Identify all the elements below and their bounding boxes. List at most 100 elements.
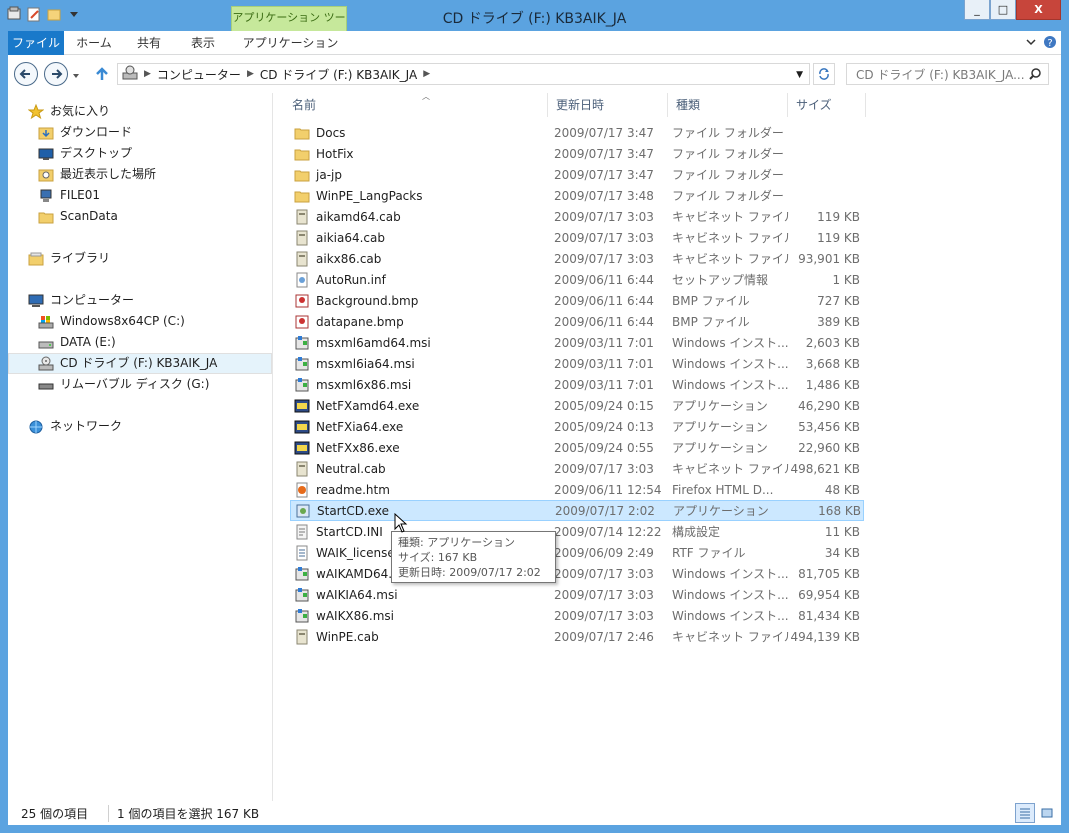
file-row[interactable]: Background.bmp 2009/06/11 6:44 BMP ファイル 727… [290,290,864,311]
file-row[interactable]: msxml6amd64.msi 2009/03/11 7:01 Windows イン… [290,332,864,353]
htm-file-icon [294,482,310,498]
file-type: キャビネット ファイル [672,210,790,224]
nav-item-drive-e[interactable]: DATA (E:) [38,332,116,353]
file-row[interactable]: ja-jp 2009/07/17 3:47 ファイル フォルダー [290,164,864,185]
nav-computer[interactable]: コンピューター [28,290,134,311]
window-controls: _ □ X [964,0,1061,20]
tab-file[interactable]: ファイル [8,31,64,55]
file-row[interactable]: aikx86.cab 2009/07/17 3:03 キャビネット ファイル 93,9… [290,248,864,269]
recent-dropdown-icon[interactable] [72,69,80,83]
tab-share[interactable]: 共有 [124,31,174,55]
file-row[interactable]: NetFXx86.exe 2005/09/24 0:55 アプリケーション 22,96… [290,437,864,458]
file-row[interactable]: msxml6x86.msi 2009/03/11 7:01 Windows インスト… [290,374,864,395]
nav-item-drive-c[interactable]: Windows8x64CP (C:) [38,311,185,332]
breadcrumb-cd-drive[interactable]: CD ドライブ (F:) KB3AIK_JA [260,66,417,83]
file-row[interactable]: wAIKAMD64.msi 2009/07/17 3:03 Windows インスト… [290,563,864,584]
system-drive-icon [38,314,54,330]
file-size: 81,705 KB [798,566,860,581]
exe-file-icon [294,419,310,435]
cab-file-icon [294,461,310,477]
nav-item-drive-f[interactable]: CD ドライブ (F:) KB3AIK_JA [8,353,272,374]
column-header-date[interactable]: 更新日時 [548,93,668,117]
svg-text:?: ? [1047,38,1052,49]
column-header-name[interactable]: 名前 [284,93,548,117]
file-row[interactable]: WAIK_license.rtf 2009/06/09 2:49 RTF ファイル 3… [290,542,864,563]
file-row[interactable]: datapane.bmp 2009/06/11 6:44 BMP ファイル 389 K… [290,311,864,332]
file-size: 22,960 KB [798,440,860,455]
file-row[interactable]: StartCD.exe 2009/07/17 2:02 アプリケーション 168 KB [290,500,864,521]
minimize-button[interactable]: _ [964,0,990,20]
mouse-cursor-icon [394,512,408,536]
file-row[interactable]: Docs 2009/07/17 3:47 ファイル フォルダー [290,122,864,143]
file-row[interactable]: WinPE_LangPacks 2009/07/17 3:48 ファイル フォルダー [290,185,864,206]
file-row[interactable]: StartCD.INI 2009/07/14 12:22 構成設定 11 KB [290,521,864,542]
file-row[interactable]: wAIKX86.msi 2009/07/17 3:03 Windows インスト..… [290,605,864,626]
file-name-cell: aikia64.cab [290,230,552,246]
search-icon[interactable] [1028,67,1055,84]
tab-application[interactable]: アプリケーション [233,31,348,55]
file-name-cell: WinPE_LangPacks [290,188,552,204]
file-date: 2009/06/11 6:44 [554,272,654,287]
nav-item-file01[interactable]: FILE01 [38,185,100,206]
back-button[interactable] [14,62,38,86]
nav-item-drive-g[interactable]: リムーバブル ディスク (G:) [38,374,209,395]
help-icon[interactable]: ? [1043,35,1057,52]
breadcrumb-computer[interactable]: コンピューター [157,66,241,83]
nav-item-recent-places[interactable]: 最近表示した場所 [38,164,156,185]
file-name: NetFXamd64.exe [316,398,420,413]
file-row[interactable]: aikia64.cab 2009/07/17 3:03 キャビネット ファイル 119… [290,227,864,248]
file-name: Background.bmp [316,293,419,308]
file-size: 93,901 KB [798,251,860,266]
breadcrumb-separator[interactable]: ▶ [247,69,254,79]
file-type: Windows インスト... [672,378,789,392]
file-row[interactable]: NetFXia64.exe 2005/09/24 0:13 アプリケーション 53,4… [290,416,864,437]
file-row[interactable]: msxml6ia64.msi 2009/03/11 7:01 Windows インス… [290,353,864,374]
file-date: 2005/09/24 0:15 [554,398,654,413]
file-row[interactable]: WinPE.cab 2009/07/17 2:46 キャビネット ファイル 494,1… [290,626,864,647]
file-row[interactable]: wAIKIA64.msi 2009/07/17 3:03 Windows インスト.… [290,584,864,605]
nav-item-downloads[interactable]: ダウンロード [38,122,132,143]
nav-item-desktop[interactable]: デスクトップ [38,143,132,164]
file-name-cell: msxml6x86.msi [290,377,552,393]
nav-libraries[interactable]: ライブラリ [28,248,110,269]
file-row[interactable]: readme.htm 2009/06/11 12:54 Firefox HTML D… [290,479,864,500]
tab-home[interactable]: ホーム [68,31,120,55]
file-date: 2009/07/17 2:02 [555,503,655,518]
file-row[interactable]: Neutral.cab 2009/07/17 3:03 キャビネット ファイル 498… [290,458,864,479]
close-button[interactable]: X [1016,0,1061,20]
details-view-button[interactable] [1015,803,1035,823]
forward-button[interactable] [44,62,68,86]
up-arrow-icon[interactable] [94,66,110,85]
nav-label: リムーバブル ディスク (G:) [60,377,210,391]
file-date: 2009/06/09 2:49 [554,545,654,560]
search-input[interactable]: CD ドライブ (F:) KB3AIK_JA... [846,63,1049,85]
address-bar[interactable]: ▶ コンピューター ▶ CD ドライブ (F:) KB3AIK_JA ▶ ▼ [117,63,810,85]
nav-item-scandata[interactable]: ScanData [38,206,118,227]
file-row[interactable]: HotFix 2009/07/17 3:47 ファイル フォルダー [290,143,864,164]
address-dropdown-icon[interactable]: ▼ [796,70,803,80]
explorer-window: アプリケーション ツール CD ドライブ (F:) KB3AIK_JA _ □ … [0,0,1069,833]
ribbon: ファイル ホーム 共有 表示 アプリケーション ? [8,31,1061,55]
column-header-type[interactable]: 種類 [668,93,788,117]
nav-network[interactable]: ネットワーク [28,416,122,437]
column-header-size[interactable]: サイズ [788,93,866,117]
large-icons-view-button[interactable] [1037,803,1057,823]
file-name-cell: msxml6amd64.msi [290,335,552,351]
nav-label: コンピューター [50,293,135,307]
maximize-button[interactable]: □ [990,0,1016,20]
file-type: BMP ファイル [672,315,750,329]
breadcrumb-separator[interactable]: ▶ [144,69,151,79]
ribbon-right: ? [1025,35,1057,52]
file-row[interactable]: aikamd64.cab 2009/07/17 3:03 キャビネット ファイル 11… [290,206,864,227]
file-name: msxml6ia64.msi [316,356,415,371]
nav-favorites[interactable]: お気に入り [27,101,110,122]
expand-ribbon-icon[interactable] [1025,36,1037,51]
file-row[interactable]: AutoRun.inf 2009/06/11 6:44 セットアップ情報 1 KB [290,269,864,290]
file-name: ja-jp [316,167,342,182]
tab-view[interactable]: 表示 [178,31,228,55]
file-date: 2009/07/17 3:03 [554,608,654,623]
file-size: 53,456 KB [798,419,860,434]
refresh-button[interactable] [813,63,835,85]
breadcrumb-separator[interactable]: ▶ [423,69,430,79]
file-row[interactable]: NetFXamd64.exe 2005/09/24 0:15 アプリケーション 46,… [290,395,864,416]
